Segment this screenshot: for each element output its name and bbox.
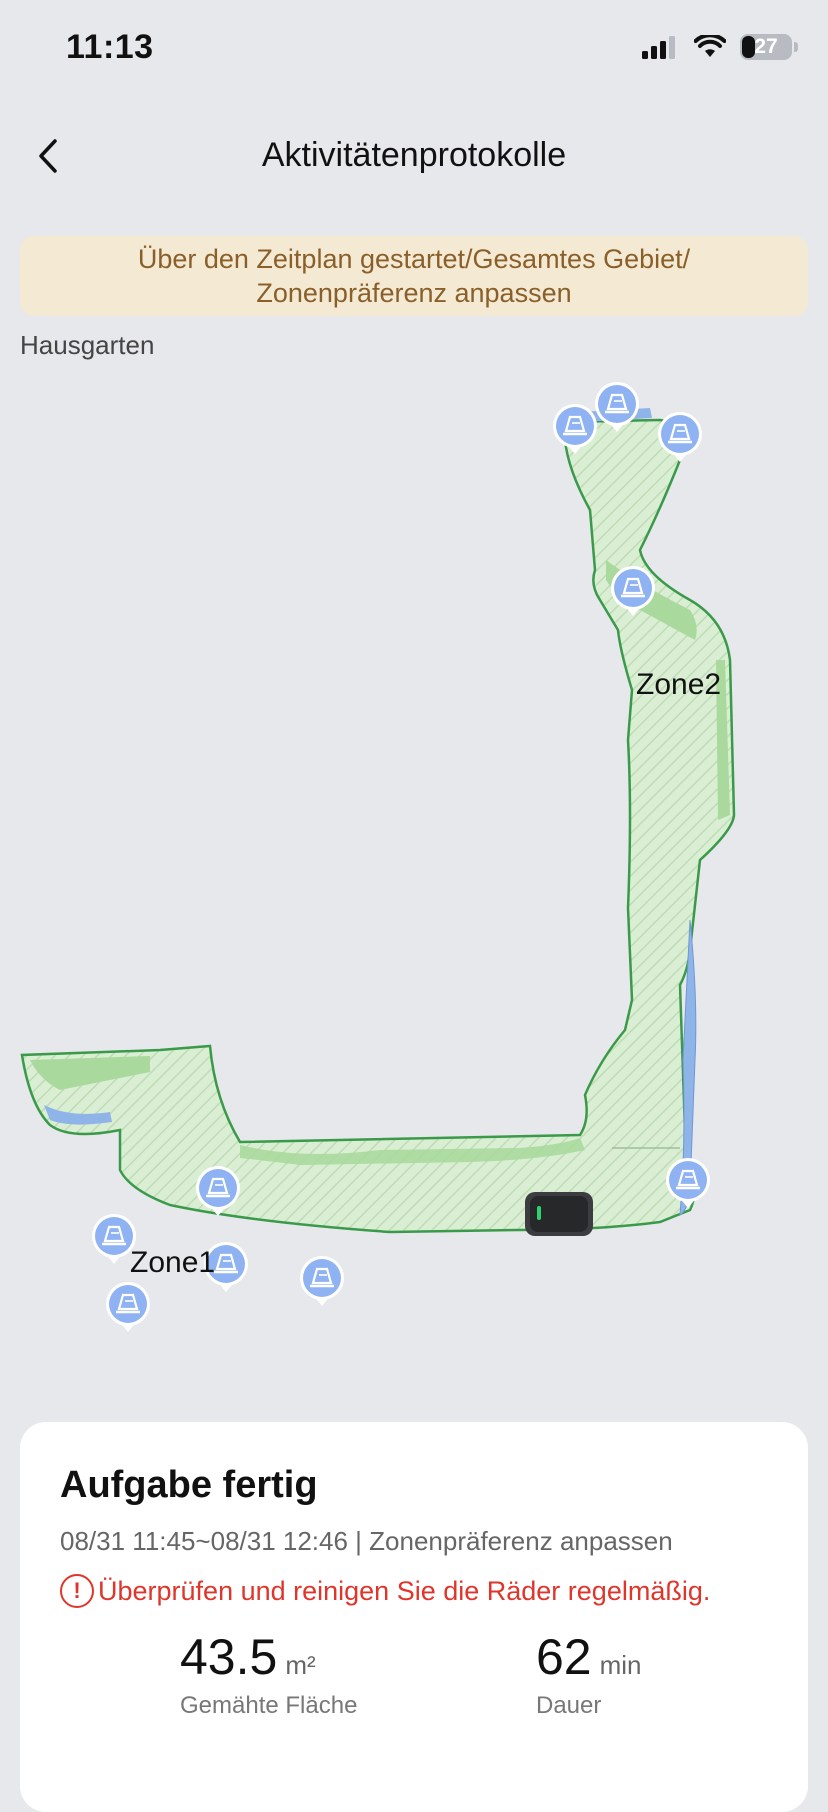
mowed-area-unit: m² bbox=[285, 1650, 316, 1680]
garden-name: Hausgarten bbox=[20, 330, 155, 360]
status-time: 11:13 bbox=[66, 28, 154, 66]
status-icons: 27 bbox=[642, 34, 798, 60]
boundary-marker-icon[interactable] bbox=[300, 1256, 344, 1306]
wifi-icon bbox=[694, 35, 726, 57]
mowed-area-value: 43.5 bbox=[180, 1629, 278, 1685]
duration-value: 62 bbox=[536, 1629, 592, 1685]
alert-circle-icon: ! bbox=[60, 1574, 94, 1608]
banner-line-2: Zonenpräferenz anpassen bbox=[256, 278, 572, 308]
stat-duration: 62 min Dauer bbox=[536, 1628, 642, 1720]
task-status-title: Aufgabe fertig bbox=[60, 1464, 318, 1506]
map-canvas bbox=[20, 382, 736, 1332]
zone-label-zone1[interactable]: Zone1 bbox=[130, 1246, 215, 1280]
duration-label: Dauer bbox=[536, 1692, 602, 1719]
lawn-area bbox=[20, 418, 736, 1234]
page-title: Aktivitätenprotokolle bbox=[261, 136, 567, 174]
mowing-map[interactable]: Zone2 Zone1 bbox=[0, 360, 828, 1410]
task-result-card: Aufgabe fertig 08/31 11:45~08/31 12:46 |… bbox=[20, 1422, 808, 1812]
cellular-signal-icon bbox=[642, 36, 675, 59]
mowed-area-label: Gemähte Fläche bbox=[180, 1692, 358, 1719]
duration-unit: min bbox=[599, 1650, 642, 1680]
battery-icon: 27 bbox=[740, 34, 792, 60]
battery-percent: 27 bbox=[754, 35, 778, 58]
boundary-marker-icon[interactable] bbox=[106, 1282, 150, 1332]
task-source-banner: Über den Zeitplan gestartet/Gesamtes Geb… bbox=[20, 236, 808, 316]
maintenance-warning-text: Überprüfen und reinigen Sie die Räder re… bbox=[98, 1575, 711, 1606]
battery-cap bbox=[794, 42, 798, 52]
banner-line-1: Über den Zeitplan gestartet/Gesamtes Geb… bbox=[137, 244, 691, 274]
status-bar: 11:13 27 bbox=[0, 0, 828, 100]
zone-label-zone2[interactable]: Zone2 bbox=[636, 668, 721, 702]
robot-mower-icon[interactable] bbox=[525, 1192, 593, 1236]
maintenance-warning: ! Überprüfen und reinigen Sie die Räder … bbox=[60, 1574, 710, 1608]
nav-bar: Aktivitätenprotokolle bbox=[0, 120, 828, 192]
stat-mowed-area: 43.5 m² Gemähte Fläche bbox=[180, 1628, 357, 1720]
task-time-range: 08/31 11:45~08/31 12:46 | Zonenpräferenz… bbox=[60, 1526, 673, 1556]
